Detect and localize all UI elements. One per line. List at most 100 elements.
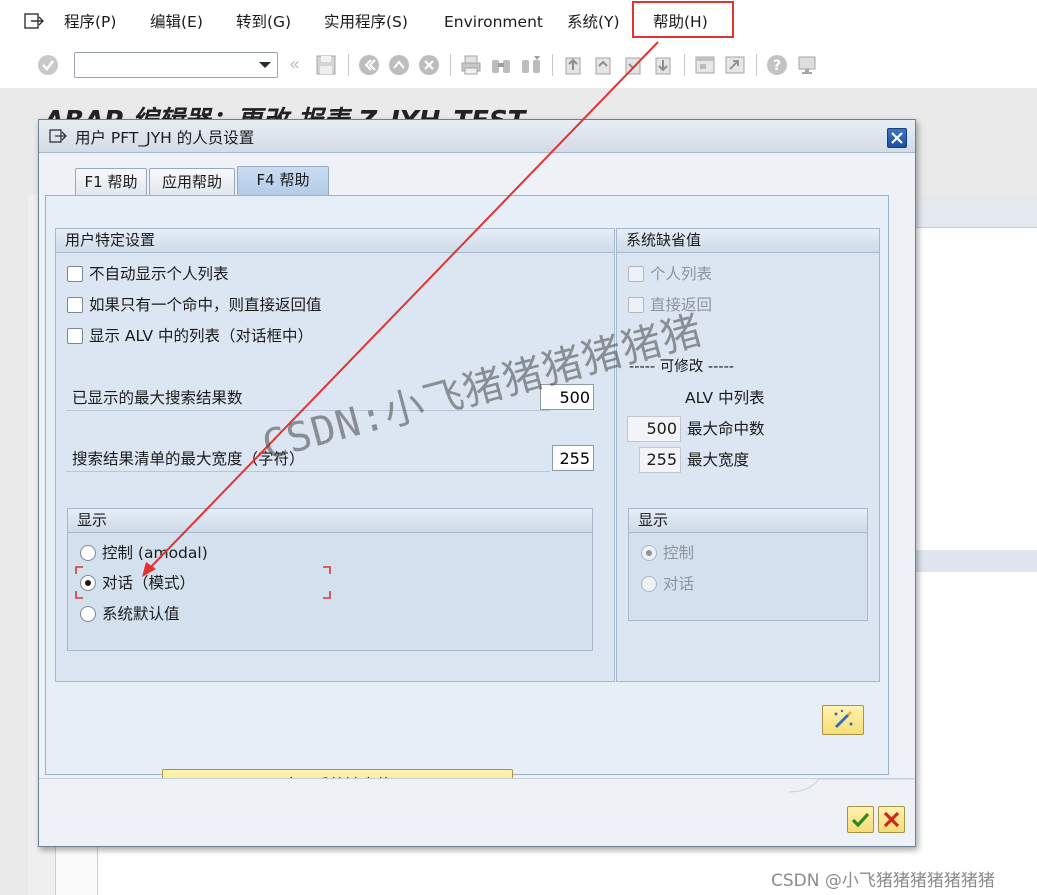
command-field[interactable]: [74, 52, 278, 78]
sys-personal-list-checkbox: [628, 266, 644, 282]
sys-max-width-value: 255: [639, 447, 681, 473]
help-menu-highlight-box: [632, 1, 734, 38]
alv-list-option[interactable]: 显示 ALV 中的列表（对话框中）: [67, 325, 467, 347]
prev-page-icon[interactable]: [592, 54, 614, 76]
display-dialog-radio[interactable]: [80, 575, 96, 591]
window-icon: [49, 129, 67, 143]
confirm-button[interactable]: [847, 806, 874, 833]
back-double-icon[interactable]: «: [289, 54, 300, 75]
magic-wand-icon: [834, 709, 853, 729]
display-system-default-option[interactable]: 系统默认值: [80, 603, 380, 625]
sys-display-dialog-radio: [641, 576, 657, 592]
checkbox-label: 如果只有一个命中，则直接返回值: [89, 296, 322, 314]
dialog-titlebar[interactable]: 用户 PFT_JYH 的人员设置: [39, 120, 915, 153]
display-control-option[interactable]: 控制 (amodal): [80, 542, 380, 564]
svg-text:?: ?: [773, 58, 781, 74]
display-system-default-radio[interactable]: [80, 606, 96, 622]
close-button[interactable]: [887, 128, 907, 148]
system-defaults-header: 系统缺省值: [617, 229, 879, 253]
display-mode-header: 显示: [68, 509, 592, 533]
toolbar: « ?: [0, 42, 1037, 88]
sys-display-mode-frame: 显示 控制 对话: [628, 508, 868, 621]
exit-menu-icon[interactable]: [24, 12, 44, 30]
tab-f4-help[interactable]: F4 帮助: [237, 166, 329, 196]
direct-return-option[interactable]: 如果只有一个命中，则直接返回值: [67, 294, 467, 316]
menu-goto[interactable]: 转到(G): [236, 11, 291, 33]
max-width-input[interactable]: [552, 445, 594, 471]
display-control-radio[interactable]: [80, 545, 96, 561]
radio-label: 系统默认值: [102, 605, 180, 623]
tab-panel-f4-help: 用户特定设置 不自动显示个人列表 如果只有一个命中，则直接返回值 显示 ALV …: [45, 195, 889, 832]
find-next-icon[interactable]: [520, 54, 542, 76]
tab-label: 应用帮助: [161, 173, 222, 191]
toolbar-separator: [552, 54, 553, 76]
sys-personal-list-option: 个人列表: [628, 263, 828, 285]
sys-display-control-radio: [641, 545, 657, 561]
last-page-icon[interactable]: [652, 54, 674, 76]
user-settings-header: 用户特定设置: [56, 229, 614, 253]
new-session-icon[interactable]: [694, 54, 716, 76]
menu-environment[interactable]: Environment: [444, 11, 543, 33]
sys-display-dialog-option: 对话: [641, 573, 841, 595]
cancel-button[interactable]: [878, 806, 905, 833]
cancel-icon[interactable]: [418, 54, 440, 76]
tab-label: F1 帮助: [84, 173, 138, 191]
app-right-band: [915, 550, 1037, 572]
close-icon: [891, 132, 903, 144]
save-icon[interactable]: [315, 54, 337, 76]
next-page-icon[interactable]: [622, 54, 644, 76]
menu-bar: 程序(P) 编辑(E) 转到(G) 实用程序(S) Environment 系统…: [0, 0, 1037, 42]
display-dialog-option[interactable]: 对话（模式）: [80, 572, 380, 594]
radio-label: 对话（模式）: [102, 574, 196, 592]
close-icon: [883, 811, 900, 828]
no-personal-list-checkbox[interactable]: [67, 266, 83, 282]
sys-max-width-label: 最大宽度: [687, 451, 750, 469]
direct-return-checkbox[interactable]: [67, 297, 83, 313]
edit-settings-button[interactable]: [822, 705, 864, 735]
radio-label: 控制 (amodal): [102, 544, 208, 562]
menu-program[interactable]: 程序(P): [64, 11, 116, 33]
menu-system[interactable]: 系统(Y): [567, 11, 620, 33]
shortcut-icon[interactable]: [724, 54, 746, 76]
sys-max-hits-label: 最大命中数: [687, 420, 765, 438]
radio-label: 对话: [663, 575, 695, 593]
sys-alv-list-label: ALV 中列表: [685, 389, 765, 407]
sys-display-control-option: 控制: [641, 542, 841, 564]
find-icon[interactable]: [490, 54, 512, 76]
radio-label: 控制: [663, 544, 695, 562]
dialog-footer: [39, 778, 915, 846]
personal-settings-dialog: 用户 PFT_JYH 的人员设置 F1 帮助 应用帮助 F4 帮助 用户特定设置…: [38, 119, 916, 847]
layout-icon[interactable]: [796, 54, 818, 76]
tab-application-help[interactable]: 应用帮助: [149, 168, 235, 196]
sys-display-mode-header: 显示: [629, 509, 867, 533]
toolbar-separator: [756, 54, 757, 76]
checkbox-label: 显示 ALV 中的列表（对话框中）: [89, 327, 313, 345]
toolbar-separator: [348, 54, 349, 76]
footer-watermark: CSDN @小飞猪猪猪猪猪猪猪: [771, 871, 995, 891]
checkbox-label: 个人列表: [650, 265, 713, 283]
tab-f1-help[interactable]: F1 帮助: [75, 168, 147, 196]
chevron-down-icon[interactable]: [259, 62, 271, 68]
back-icon[interactable]: [358, 54, 380, 76]
display-mode-frame: 显示 控制 (amodal) 对话（模式） 系统默认值: [67, 508, 593, 651]
first-page-icon[interactable]: [562, 54, 584, 76]
menu-edit[interactable]: 编辑(E): [150, 11, 203, 33]
sys-max-hits-value: 500: [627, 416, 681, 442]
exit-icon[interactable]: [388, 54, 410, 76]
user-settings-frame: 用户特定设置 不自动显示个人列表 如果只有一个命中，则直接返回值 显示 ALV …: [55, 228, 615, 682]
dialog-title: 用户 PFT_JYH 的人员设置: [75, 129, 255, 147]
check-icon[interactable]: [37, 54, 59, 76]
footer-curve: [789, 779, 915, 793]
menu-utilities[interactable]: 实用程序(S): [324, 11, 408, 33]
system-defaults-frame: 系统缺省值 个人列表 直接返回 ----- 可修改 ----- ALV 中列表 …: [616, 228, 880, 682]
print-icon[interactable]: [460, 54, 482, 76]
help-icon[interactable]: ?: [766, 54, 788, 76]
checkbox-label: 不自动显示个人列表: [89, 265, 229, 283]
command-input[interactable]: [79, 55, 247, 75]
no-personal-list-option[interactable]: 不自动显示个人列表: [67, 263, 467, 285]
field-underline: [66, 471, 550, 472]
alv-list-checkbox[interactable]: [67, 328, 83, 344]
check-icon: [851, 812, 870, 828]
toolbar-separator: [684, 54, 685, 76]
toolbar-separator: [450, 54, 451, 76]
